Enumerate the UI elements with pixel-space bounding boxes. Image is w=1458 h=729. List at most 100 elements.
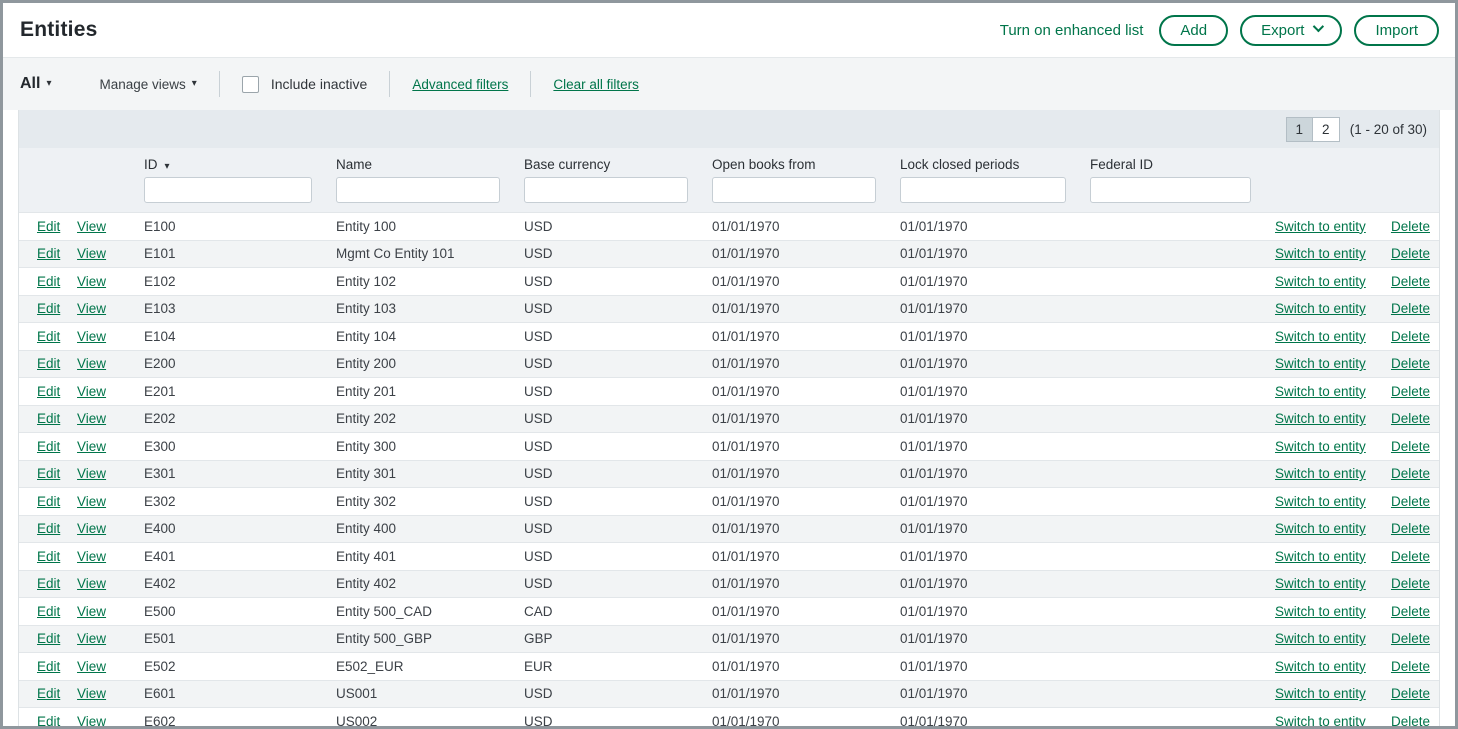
view-link[interactable]: View xyxy=(77,549,106,564)
switch-to-entity-link[interactable]: Switch to entity xyxy=(1275,411,1366,426)
switch-to-entity-link[interactable]: Switch to entity xyxy=(1275,384,1366,399)
view-link[interactable]: View xyxy=(77,356,106,371)
edit-link[interactable]: Edit xyxy=(37,576,60,591)
view-link[interactable]: View xyxy=(77,301,106,316)
view-link[interactable]: View xyxy=(77,411,106,426)
view-link[interactable]: View xyxy=(77,466,106,481)
view-link[interactable]: View xyxy=(77,219,106,234)
page-button-1[interactable]: 1 xyxy=(1286,117,1313,142)
switch-to-entity-link[interactable]: Switch to entity xyxy=(1275,576,1366,591)
delete-link[interactable]: Delete xyxy=(1391,521,1430,536)
advanced-filters-link[interactable]: Advanced filters xyxy=(412,77,508,92)
edit-link[interactable]: Edit xyxy=(37,631,60,646)
column-header-base-currency[interactable]: Base currency xyxy=(506,148,694,174)
filter-input-federal-id[interactable] xyxy=(1090,177,1251,203)
edit-link[interactable]: Edit xyxy=(37,549,60,564)
edit-link[interactable]: Edit xyxy=(37,219,60,234)
view-link[interactable]: View xyxy=(77,329,106,344)
view-selector-dropdown[interactable]: All ▾ xyxy=(20,75,51,93)
delete-link[interactable]: Delete xyxy=(1391,329,1430,344)
switch-to-entity-link[interactable]: Switch to entity xyxy=(1275,494,1366,509)
edit-link[interactable]: Edit xyxy=(37,604,60,619)
edit-link[interactable]: Edit xyxy=(37,439,60,454)
column-header-name[interactable]: Name xyxy=(318,148,506,174)
edit-link[interactable]: Edit xyxy=(37,521,60,536)
view-link[interactable]: View xyxy=(77,576,106,591)
switch-to-entity-link[interactable]: Switch to entity xyxy=(1275,329,1366,344)
view-link[interactable]: View xyxy=(77,274,106,289)
switch-to-entity-link[interactable]: Switch to entity xyxy=(1275,219,1366,234)
view-link[interactable]: View xyxy=(77,494,106,509)
view-link[interactable]: View xyxy=(77,384,106,399)
switch-to-entity-link[interactable]: Switch to entity xyxy=(1275,439,1366,454)
switch-to-entity-link[interactable]: Switch to entity xyxy=(1275,274,1366,289)
column-header-open-books-from[interactable]: Open books from xyxy=(694,148,882,174)
view-link[interactable]: View xyxy=(77,604,106,619)
edit-link[interactable]: Edit xyxy=(37,301,60,316)
delete-link[interactable]: Delete xyxy=(1391,494,1430,509)
switch-to-entity-link[interactable]: Switch to entity xyxy=(1275,301,1366,316)
edit-link[interactable]: Edit xyxy=(37,246,60,261)
switch-to-entity-link[interactable]: Switch to entity xyxy=(1275,631,1366,646)
edit-link[interactable]: Edit xyxy=(37,329,60,344)
delete-link[interactable]: Delete xyxy=(1391,439,1430,454)
switch-to-entity-link[interactable]: Switch to entity xyxy=(1275,604,1366,619)
edit-link[interactable]: Edit xyxy=(37,356,60,371)
add-button[interactable]: Add xyxy=(1159,15,1228,46)
delete-link[interactable]: Delete xyxy=(1391,549,1430,564)
view-link[interactable]: View xyxy=(77,631,106,646)
edit-link[interactable]: Edit xyxy=(37,659,60,674)
edit-link[interactable]: Edit xyxy=(37,274,60,289)
delete-link[interactable]: Delete xyxy=(1391,604,1430,619)
view-link[interactable]: View xyxy=(77,686,106,701)
delete-link[interactable]: Delete xyxy=(1391,356,1430,371)
view-link[interactable]: View xyxy=(77,659,106,674)
edit-link[interactable]: Edit xyxy=(37,466,60,481)
delete-link[interactable]: Delete xyxy=(1391,576,1430,591)
export-button[interactable]: Export xyxy=(1240,15,1342,46)
delete-link[interactable]: Delete xyxy=(1391,246,1430,261)
delete-link[interactable]: Delete xyxy=(1391,274,1430,289)
clear-all-filters-link[interactable]: Clear all filters xyxy=(553,77,639,92)
filter-input-name[interactable] xyxy=(336,177,500,203)
filter-input-id[interactable] xyxy=(144,177,312,203)
delete-link[interactable]: Delete xyxy=(1391,714,1430,726)
column-header-id[interactable]: ID▾ xyxy=(126,148,318,174)
delete-link[interactable]: Delete xyxy=(1391,466,1430,481)
import-button[interactable]: Import xyxy=(1354,15,1439,46)
delete-link[interactable]: Delete xyxy=(1391,301,1430,316)
delete-link[interactable]: Delete xyxy=(1391,659,1430,674)
edit-link[interactable]: Edit xyxy=(37,494,60,509)
switch-to-entity-link[interactable]: Switch to entity xyxy=(1275,686,1366,701)
switch-to-entity-link[interactable]: Switch to entity xyxy=(1275,356,1366,371)
view-link[interactable]: View xyxy=(77,521,106,536)
view-link[interactable]: View xyxy=(77,246,106,261)
switch-to-entity-link[interactable]: Switch to entity xyxy=(1275,466,1366,481)
filter-input-open-books-from[interactable] xyxy=(712,177,876,203)
delete-link[interactable]: Delete xyxy=(1391,631,1430,646)
include-inactive-checkbox[interactable] xyxy=(242,76,259,93)
delete-link[interactable]: Delete xyxy=(1391,219,1430,234)
page-button-2[interactable]: 2 xyxy=(1313,117,1340,142)
switch-to-entity-link[interactable]: Switch to entity xyxy=(1275,521,1366,536)
column-header-lock-closed-periods[interactable]: Lock closed periods xyxy=(882,148,1072,174)
delete-link[interactable]: Delete xyxy=(1391,411,1430,426)
edit-link[interactable]: Edit xyxy=(37,411,60,426)
turn-on-enhanced-list-link[interactable]: Turn on enhanced list xyxy=(1000,22,1144,39)
filter-input-base-currency[interactable] xyxy=(524,177,688,203)
column-header-federal-id[interactable]: Federal ID xyxy=(1072,148,1257,174)
include-inactive-toggle[interactable]: Include inactive xyxy=(242,76,368,93)
switch-to-entity-link[interactable]: Switch to entity xyxy=(1275,549,1366,564)
switch-to-entity-link[interactable]: Switch to entity xyxy=(1275,246,1366,261)
view-link[interactable]: View xyxy=(77,714,106,726)
edit-link[interactable]: Edit xyxy=(37,686,60,701)
switch-to-entity-link[interactable]: Switch to entity xyxy=(1275,659,1366,674)
edit-link[interactable]: Edit xyxy=(37,384,60,399)
delete-link[interactable]: Delete xyxy=(1391,384,1430,399)
manage-views-dropdown[interactable]: Manage views ▾ xyxy=(99,77,196,92)
switch-to-entity-link[interactable]: Switch to entity xyxy=(1275,714,1366,726)
filter-input-lock-closed-periods[interactable] xyxy=(900,177,1066,203)
edit-link[interactable]: Edit xyxy=(37,714,60,726)
delete-link[interactable]: Delete xyxy=(1391,686,1430,701)
view-link[interactable]: View xyxy=(77,439,106,454)
